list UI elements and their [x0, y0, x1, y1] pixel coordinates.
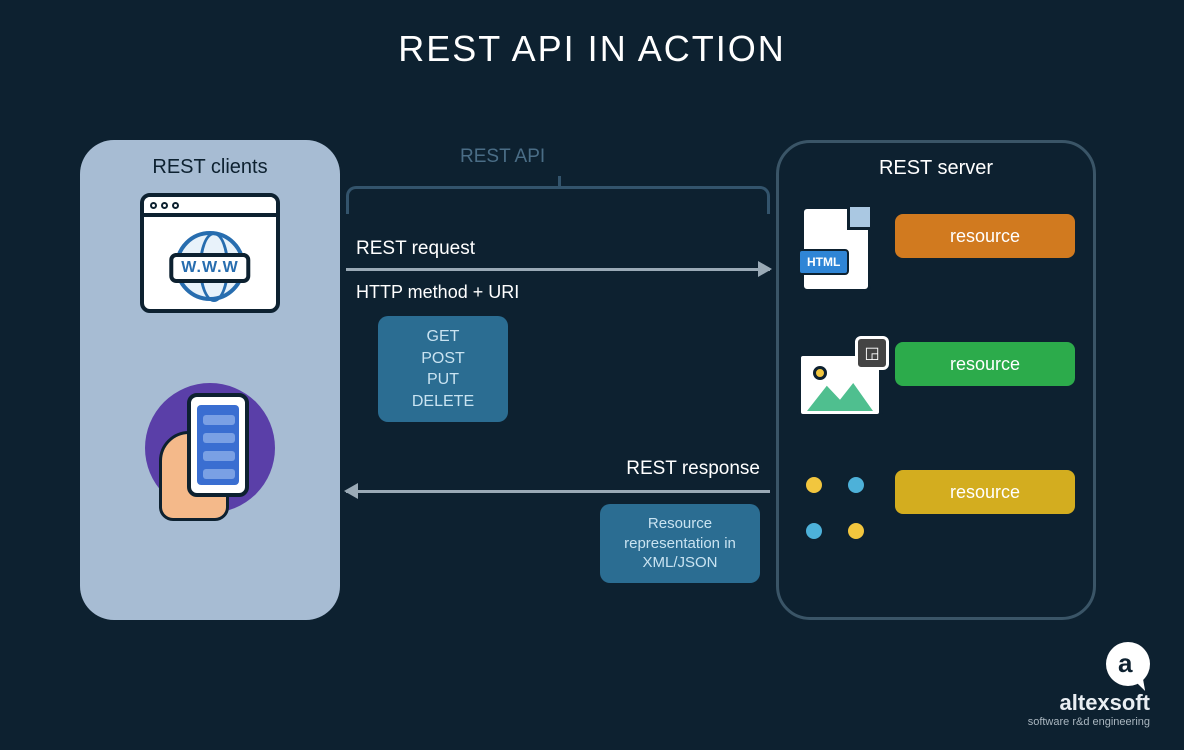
- http-method-label: HTTP method + URI: [356, 282, 519, 303]
- html-badge: HTML: [798, 249, 849, 275]
- bracket-icon: [346, 186, 770, 214]
- rest-api-label: REST API: [460, 146, 545, 168]
- request-label: REST request: [356, 238, 475, 260]
- http-methods-box: GET POST PUT DELETE: [378, 316, 508, 422]
- browser-www-icon: W.W.W: [140, 193, 280, 313]
- resource-pill-2: resource: [895, 342, 1075, 386]
- method-get: GET: [378, 326, 508, 348]
- crop-icon: ◲: [855, 336, 889, 370]
- mobile-client-icon: [145, 383, 275, 513]
- brand-logo: a altexsoft software r&d engineering: [1028, 642, 1150, 728]
- server-panel: REST server HTML resource ◲ resource res…: [776, 140, 1096, 620]
- clients-panel: REST clients W.W.W: [80, 140, 340, 620]
- resource-row-html: HTML resource: [797, 202, 1075, 312]
- clients-title: REST clients: [96, 156, 324, 179]
- arrow-left-icon: [346, 490, 770, 493]
- html-document-icon: HTML: [801, 206, 871, 292]
- response-label: REST response: [626, 458, 760, 480]
- resource-pill-3: resource: [895, 470, 1075, 514]
- logo-mark-icon: a: [1106, 642, 1150, 686]
- people-network-icon: [797, 474, 897, 554]
- resource-pill-1: resource: [895, 214, 1075, 258]
- response-box: Resource representation in XML/JSON: [600, 504, 760, 583]
- logo-tagline: software r&d engineering: [1028, 716, 1150, 728]
- page-title: REST API IN ACTION: [0, 0, 1184, 70]
- resource-row-image: ◲ resource: [797, 330, 1075, 440]
- method-post: POST: [378, 348, 508, 370]
- method-put: PUT: [378, 369, 508, 391]
- method-delete: DELETE: [378, 391, 508, 413]
- diagram-stage: REST clients W.W.W REST API REST request…: [80, 140, 1096, 630]
- www-badge: W.W.W: [169, 253, 250, 283]
- image-file-icon: ◲: [797, 342, 883, 418]
- server-title: REST server: [797, 157, 1075, 180]
- arrow-right-icon: [346, 268, 770, 271]
- resource-row-people: resource: [797, 458, 1075, 568]
- logo-name: altexsoft: [1028, 690, 1150, 716]
